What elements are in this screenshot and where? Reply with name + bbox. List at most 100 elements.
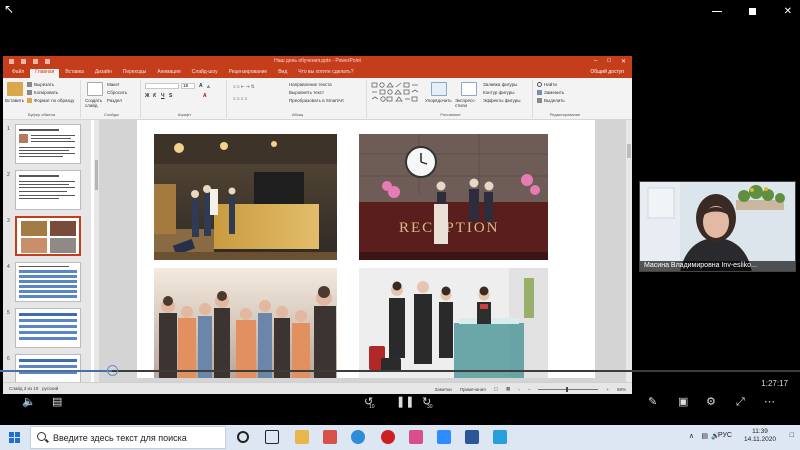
- shrink-font-button[interactable]: A: [207, 84, 210, 89]
- playback-scrubber[interactable]: [107, 365, 118, 376]
- pen-icon[interactable]: ✎: [648, 395, 657, 409]
- taskbar-search-box[interactable]: Введите здесь текст для поиска: [30, 426, 226, 449]
- grow-font-button[interactable]: A: [199, 83, 203, 89]
- scrollbar-thumb[interactable]: [627, 144, 631, 158]
- align-text-button[interactable]: Выровнять текст: [289, 90, 324, 95]
- underline-button[interactable]: Ч: [161, 93, 165, 99]
- keyboard-language[interactable]: РУС: [718, 432, 732, 439]
- slide-photo-reception-staff[interactable]: [359, 268, 548, 378]
- tab-home[interactable]: Главная: [30, 69, 60, 78]
- slide-photo-tourist-group[interactable]: [154, 268, 337, 378]
- font-color-button[interactable]: A: [203, 93, 207, 99]
- minimize-icon[interactable]: [712, 10, 722, 12]
- tab-review[interactable]: Рецензирование: [224, 69, 273, 78]
- thumbnail-slide-5[interactable]: 5: [3, 308, 91, 352]
- tab-insert[interactable]: Вставка: [60, 69, 89, 78]
- forward-button[interactable]: ↻ 30: [422, 395, 440, 410]
- opera-icon[interactable]: [381, 430, 395, 444]
- thumbnail-slide-3[interactable]: 3: [3, 216, 91, 260]
- select-button[interactable]: Выделить: [537, 98, 565, 104]
- pause-button[interactable]: ❚❚: [396, 395, 414, 409]
- close-icon[interactable]: ✕: [784, 6, 792, 17]
- slide-scrollbar[interactable]: [626, 120, 632, 382]
- thumbnail-slide-2[interactable]: 2: [3, 170, 91, 214]
- arrange-button[interactable]: Упорядочить: [425, 98, 452, 103]
- thumbnail-image-selected[interactable]: [15, 216, 81, 256]
- notes-button[interactable]: Заметки: [434, 387, 451, 392]
- italic-button[interactable]: К: [153, 93, 156, 99]
- tab-design[interactable]: Дизайн: [90, 69, 117, 78]
- tray-expand-icon[interactable]: ∧: [689, 432, 694, 440]
- scrollbar-thumb[interactable]: [95, 160, 98, 190]
- current-slide[interactable]: RECEPTION: [137, 120, 595, 378]
- list-buttons[interactable]: ≡ ≡ ⇤ ⇥ ⇅: [233, 84, 255, 90]
- cortana-icon[interactable]: [237, 431, 249, 443]
- ppt-minimize-icon[interactable]: –: [594, 58, 597, 65]
- shape-fill-button[interactable]: Заливка фигуры: [483, 82, 517, 87]
- arrange-icon[interactable]: [431, 82, 447, 96]
- comments-button[interactable]: Примечания: [460, 387, 486, 392]
- section-button[interactable]: Раздел: [107, 98, 122, 103]
- ppt-close-icon[interactable]: ✕: [621, 58, 626, 65]
- text-direction-button[interactable]: Направление текста: [289, 82, 332, 87]
- tab-file[interactable]: Файл: [7, 69, 29, 78]
- zoom-out-icon[interactable]: –: [528, 387, 531, 392]
- photos-icon[interactable]: [409, 430, 423, 444]
- slide-photo-reception-clock[interactable]: RECEPTION: [359, 134, 548, 260]
- align-buttons[interactable]: ≡ ≡ ≡ ≡: [233, 96, 247, 101]
- windows-start-icon[interactable]: [9, 432, 20, 443]
- font-size-input[interactable]: 18: [181, 83, 195, 89]
- rewind-button[interactable]: ↺ 10: [364, 395, 382, 410]
- slide-thumbnails-pane[interactable]: 1 2 3 4 5 6: [3, 120, 91, 382]
- thumbnail-image[interactable]: [15, 308, 81, 348]
- copy-button[interactable]: Копировать: [27, 90, 58, 96]
- playback-progress-bar[interactable]: [0, 365, 800, 376]
- volume-icon[interactable]: 🔈: [22, 395, 36, 409]
- font-name-input[interactable]: [145, 83, 179, 89]
- new-slide-icon[interactable]: [87, 82, 103, 96]
- reset-button[interactable]: Сбросить: [107, 90, 127, 95]
- find-button[interactable]: Найти: [537, 82, 557, 88]
- view-sorter-icon[interactable]: ▦: [506, 386, 510, 392]
- network-icon[interactable]: ▤: [701, 432, 708, 440]
- ppt-maximize-icon[interactable]: □: [607, 58, 611, 65]
- media-player-icon[interactable]: [493, 430, 507, 444]
- quick-styles-button[interactable]: Экспресс-стили: [455, 98, 479, 108]
- view-reading-icon[interactable]: ▫: [518, 387, 520, 392]
- quick-styles-icon[interactable]: [461, 82, 477, 96]
- share-button[interactable]: Общий доступ: [590, 69, 624, 75]
- taskbar-clock[interactable]: 11:39 14.11.2020: [740, 428, 780, 444]
- back-arrow-icon[interactable]: ↖: [4, 2, 14, 16]
- zoom-icon[interactable]: [437, 430, 451, 444]
- zoom-in-icon[interactable]: +: [606, 387, 609, 392]
- settings-icon[interactable]: ⚙: [706, 395, 716, 409]
- shape-outline-button[interactable]: Контур фигуры: [483, 90, 514, 95]
- paste-icon[interactable]: [7, 82, 23, 96]
- zoom-level[interactable]: 68%: [617, 387, 626, 392]
- tab-slideshow[interactable]: Слайд-шоу: [187, 69, 223, 78]
- thumbnail-image[interactable]: [15, 262, 81, 302]
- shapes-gallery[interactable]: [371, 82, 421, 106]
- tab-animation[interactable]: Анимация: [152, 69, 185, 78]
- fullscreen-icon[interactable]: ⤢: [736, 395, 745, 409]
- slide-photo-hotel-lobby[interactable]: [154, 134, 337, 260]
- thumbnail-slide-4[interactable]: 4: [3, 262, 91, 306]
- thumbnail-image[interactable]: [15, 170, 81, 210]
- notifications-icon[interactable]: □: [790, 432, 794, 439]
- tell-me-box[interactable]: Что вы хотите сделать?: [293, 69, 358, 78]
- participant-video[interactable]: Масина Владимировна Inv-esliko...: [639, 181, 796, 272]
- view-normal-icon[interactable]: ▢: [494, 386, 498, 392]
- language-indicator[interactable]: русский: [42, 386, 58, 391]
- format-painter-button[interactable]: Формат по образцу: [27, 98, 74, 104]
- more-options-icon[interactable]: ⋯: [764, 395, 775, 409]
- task-view-icon[interactable]: [265, 430, 279, 444]
- thumbnail-image[interactable]: [15, 354, 81, 382]
- edge-icon[interactable]: [351, 430, 365, 444]
- zoom-slider-thumb[interactable]: [566, 386, 569, 392]
- shadow-button[interactable]: S: [169, 93, 172, 99]
- file-explorer-icon[interactable]: [295, 430, 309, 444]
- shape-effects-button[interactable]: Эффекты фигуры: [483, 98, 521, 103]
- word-icon[interactable]: [465, 430, 479, 444]
- captions-icon[interactable]: ▤: [52, 395, 62, 409]
- gift-app-icon[interactable]: [323, 430, 337, 444]
